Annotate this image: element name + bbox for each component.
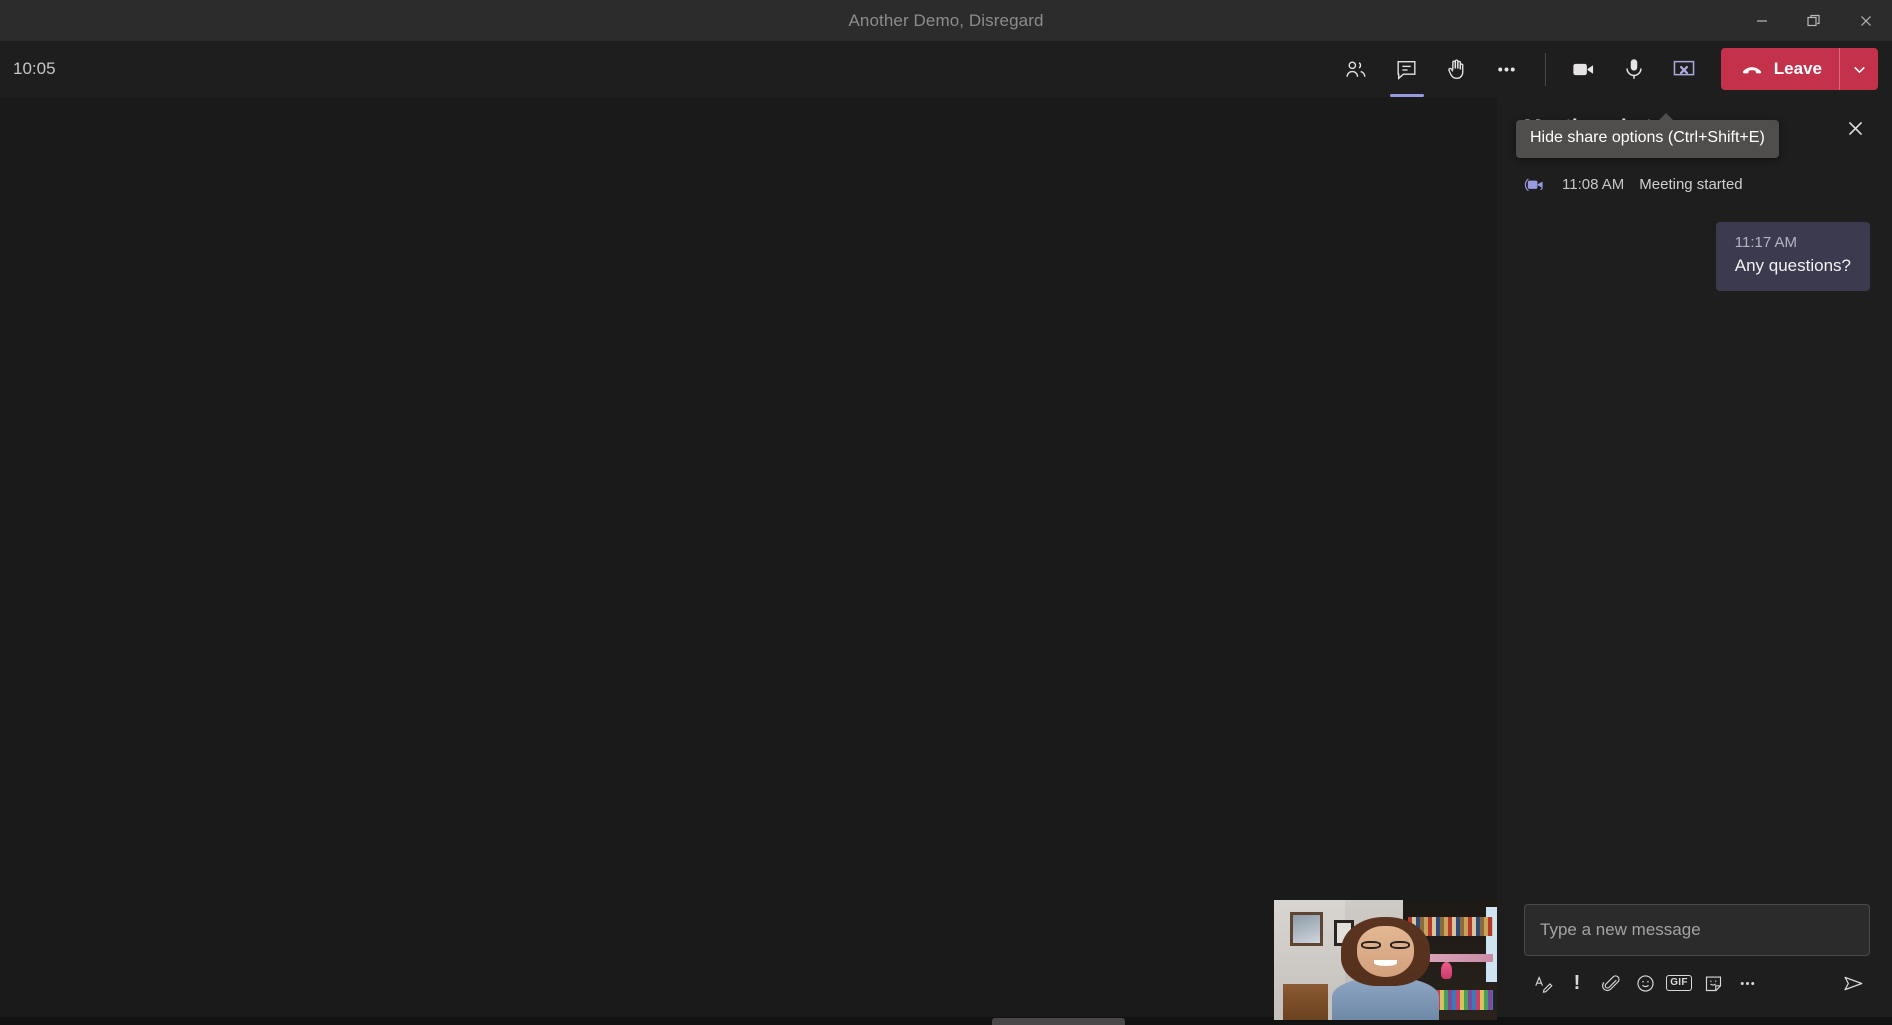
emoji-button[interactable] — [1628, 967, 1662, 999]
show-conversation-button[interactable] — [1382, 47, 1432, 97]
emoji-icon — [1636, 974, 1654, 992]
close-icon — [1861, 15, 1871, 26]
message-compose-area: ! GIF — [1497, 904, 1892, 1017]
chat-icon — [1397, 60, 1416, 80]
sticker-button[interactable] — [1696, 967, 1730, 999]
send-button[interactable] — [1836, 967, 1870, 999]
toolbar-divider — [1544, 52, 1546, 86]
message-text: Any questions? — [1734, 256, 1851, 275]
system-message: 11:08 AM Meeting started — [1524, 173, 1870, 196]
camera-toggle-button[interactable] — [1559, 47, 1609, 91]
self-view-video[interactable] — [1274, 900, 1497, 1020]
leave-button-group: Leave — [1720, 48, 1878, 90]
important-icon: ! — [1573, 972, 1581, 994]
window-title: Another Demo, Disregard — [848, 10, 1044, 30]
more-actions-button[interactable] — [1482, 47, 1532, 91]
message-timestamp: 11:17 AM — [1734, 234, 1798, 251]
format-button[interactable] — [1526, 967, 1560, 999]
raise-hand-icon — [1448, 59, 1464, 79]
more-icon — [1740, 981, 1754, 985]
meeting-timer: 10:05 — [13, 59, 56, 78]
people-icon — [1346, 61, 1366, 77]
restore-icon — [1807, 14, 1820, 26]
close-chat-button[interactable] — [1840, 113, 1870, 143]
raise-hand-button[interactable] — [1432, 47, 1482, 91]
attach-button[interactable] — [1594, 967, 1628, 999]
chat-message-row: 11:17 AM Any questions? — [1524, 222, 1870, 291]
tooltip-text: Hide share options (Ctrl+Shift+E) — [1530, 129, 1765, 146]
leave-options-button[interactable] — [1840, 48, 1878, 90]
minimize-icon — [1757, 19, 1767, 22]
gif-icon: GIF — [1666, 975, 1692, 991]
close-button[interactable] — [1840, 0, 1892, 41]
camera-icon — [1573, 63, 1594, 75]
gif-button[interactable]: GIF — [1662, 967, 1696, 999]
chat-message-list[interactable]: 11:08 AM Meeting started 11:17 AM Any qu… — [1497, 159, 1892, 904]
share-options-button[interactable] — [1659, 47, 1709, 91]
sticker-icon — [1705, 975, 1721, 991]
attach-icon — [1601, 974, 1620, 991]
toolbar-actions: Leave — [1332, 41, 1892, 97]
meeting-stage — [0, 97, 1497, 1017]
system-message-time: 11:08 AM — [1562, 176, 1625, 193]
system-message-text: Meeting started — [1639, 176, 1743, 193]
meeting-chat-panel: Meeting chat 11:08 AM — [1497, 97, 1892, 1017]
format-icon — [1534, 975, 1553, 993]
compose-more-button[interactable] — [1730, 967, 1764, 999]
leave-button[interactable]: Leave — [1721, 48, 1839, 90]
title-bar: Another Demo, Disregard — [0, 0, 1892, 41]
restore-button[interactable] — [1788, 0, 1840, 41]
hangup-icon — [1742, 67, 1762, 74]
teams-meeting-window: Another Demo, Disregard 10:05 Leave Hide… — [0, 0, 1892, 1025]
stop-sharing-icon — [1673, 60, 1695, 76]
more-options-icon — [1498, 67, 1516, 71]
important-button[interactable]: ! — [1560, 967, 1594, 999]
meeting-toolbar: 10:05 Leave — [0, 41, 1892, 97]
chat-message-bubble[interactable]: 11:17 AM Any questions? — [1715, 222, 1870, 291]
chevron-down-icon — [1853, 66, 1865, 73]
message-input-box[interactable] — [1524, 904, 1870, 956]
message-input[interactable] — [1540, 920, 1854, 940]
compose-toolbar: ! GIF — [1524, 967, 1870, 999]
minimize-button[interactable] — [1736, 0, 1788, 41]
send-icon — [1843, 976, 1862, 990]
self-view-frame — [1274, 900, 1497, 1020]
bottom-strip — [0, 1017, 1892, 1025]
leave-button-label: Leave — [1773, 59, 1822, 78]
close-icon — [1848, 121, 1862, 135]
microphone-icon — [1626, 59, 1642, 79]
window-controls — [1736, 0, 1892, 41]
show-participants-button[interactable] — [1332, 47, 1382, 91]
share-options-tooltip: Hide share options (Ctrl+Shift+E) — [1516, 113, 1779, 158]
meeting-video-icon — [1524, 173, 1547, 196]
microphone-toggle-button[interactable] — [1609, 47, 1659, 91]
bottom-taskbar-tab[interactable] — [992, 1018, 1125, 1025]
